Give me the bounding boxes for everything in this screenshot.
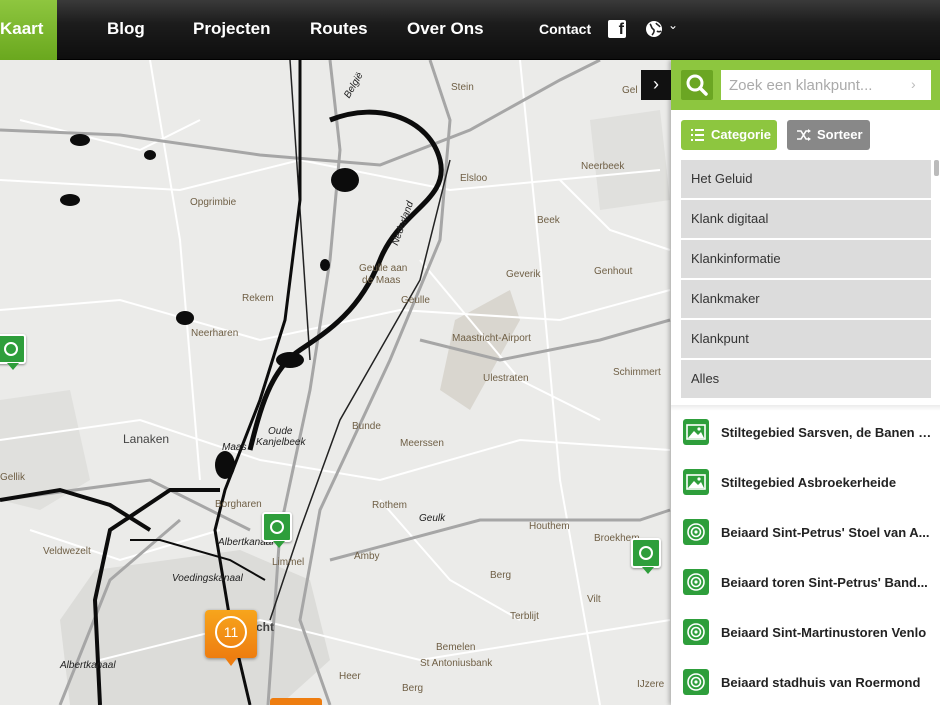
chevron-down-icon[interactable]: ⌄ [668,18,678,32]
place-label: Bunde [352,421,381,432]
place-label: Rekem [242,293,274,304]
place-label: Borgharen [215,499,262,510]
chevron-right-icon[interactable]: › [911,76,916,92]
place-label: Maas [222,442,247,453]
nav-item-kaart[interactable]: Kaart [0,0,58,60]
category-list: Het Geluid Klank digitaal Klankinformati… [681,160,931,400]
place-label: Berg [402,683,424,694]
place-label: Geverik [506,269,541,280]
search-icon [686,74,708,96]
place-label: Amby [354,551,380,562]
sort-button-label: Sorteer [817,127,863,142]
facebook-icon[interactable]: f [608,20,626,38]
result-label: Stiltegebied Asbroekerheide [721,475,897,490]
place-label: cht [256,620,274,634]
place-label: Terblijt [510,611,539,622]
place-label: Beek [537,215,560,226]
result-label: Beiaard stadhuis van Roermond [721,675,921,690]
nav-item-over-ons[interactable]: Over Ons [407,0,484,60]
list-item[interactable]: Beiaard Sint-Martinustoren Venlo [671,612,940,662]
map-marker[interactable] [0,334,26,370]
place-label: Opgrimbie [190,197,237,208]
nav-item-routes[interactable]: Routes [310,0,368,60]
result-label: Beiaard toren Sint-Petrus' Band... [721,575,928,590]
place-label: Oude [268,426,293,437]
place-label: Heer [339,671,361,682]
place-label: Vilt [587,594,601,605]
list-item[interactable]: Stiltegebied Asbroekerheide [671,462,940,512]
shuffle-icon [797,129,811,141]
sort-button[interactable]: Sorteer [787,120,870,150]
place-label: Kanjelbeek [256,437,306,448]
category-item[interactable]: Klank digitaal [681,200,931,238]
place-label: Limmel [272,557,305,568]
place-label: St Antoniusbank [420,658,493,669]
nav-item-blog[interactable]: Blog [107,0,145,60]
nav-item-projecten[interactable]: Projecten [193,0,270,60]
place-label: Neerharen [191,328,239,339]
category-item[interactable]: Klankmaker [681,280,931,318]
map-marker[interactable] [262,512,292,548]
place-label: Berg [490,570,512,581]
place-label: Veldwezelt [43,546,91,557]
map-marker[interactable] [631,538,661,574]
nav-item-contact[interactable]: Contact [539,0,591,60]
place-label: Albertkanaal [60,660,116,671]
place-label: Genhout [594,266,633,277]
panel-toggle-button[interactable]: › [641,70,671,100]
sound-icon [683,619,709,645]
place-label: Elsloo [460,173,488,184]
place-label: de Maas [362,275,401,286]
place-label: Geulle [401,295,430,306]
place-label: Meerssen [400,438,444,449]
sound-icon [683,669,709,695]
landscape-icon [683,469,709,495]
top-navigation: Kaart Blog Projecten Routes Over Ons Con… [0,0,940,60]
place-label: Neerbeek [581,161,625,172]
place-label: Geulle aan [359,263,408,274]
category-item[interactable]: Het Geluid [681,160,931,198]
search-input[interactable] [721,70,931,100]
result-list: Stiltegebied Sarsven, de Banen e... Stil… [671,412,940,705]
category-item[interactable]: Klankpunt [681,320,931,358]
place-label: Lanaken [123,432,170,446]
place-label: Gellik [0,472,26,483]
category-button[interactable]: Categorie [681,120,777,150]
result-label: Beiaard Sint-Martinustoren Venlo [721,625,927,640]
divider [671,405,940,411]
place-label: Gel [622,85,638,96]
sound-icon [683,569,709,595]
place-label: IJzere [637,679,665,690]
list-item[interactable]: Beiaard toren Sint-Petrus' Band... [671,562,940,612]
marker-cluster[interactable] [270,698,322,705]
list-icon [691,129,704,141]
cluster-count: 11 [215,616,247,648]
list-item[interactable]: Beiaard stadhuis van Roermond [671,662,940,705]
result-label: Stiltegebied Sarsven, de Banen e... [721,425,933,440]
globe-icon[interactable] [645,20,663,38]
category-item[interactable]: Klankinformatie [681,240,931,278]
place-label: Houthem [529,521,570,532]
search-bar: › [671,60,940,110]
side-panel: › Categorie Sorteer Het Geluid Klank dig… [671,60,940,705]
search-button[interactable] [681,70,713,100]
place-label: Voedingskanaal [172,573,243,584]
sound-icon [683,519,709,545]
place-label: Schimmert [613,367,661,378]
list-item[interactable]: Beiaard Sint-Petrus' Stoel van A... [671,512,940,562]
place-label: Rothem [372,500,408,511]
marker-cluster[interactable]: 11 [205,610,257,666]
place-label: Ulestraten [483,373,529,384]
place-label: Maastricht-Airport [452,333,531,344]
list-item[interactable]: Stiltegebied Sarsven, de Banen e... [671,412,940,462]
place-label: Stein [451,82,474,93]
category-button-label: Categorie [711,127,771,142]
scrollbar-thumb[interactable] [934,160,939,176]
place-label: Geulk [419,513,446,524]
landscape-icon [683,419,709,445]
result-label: Beiaard Sint-Petrus' Stoel van A... [721,525,930,540]
category-item[interactable]: Alles [681,360,931,398]
place-label: Bemelen [436,642,476,653]
